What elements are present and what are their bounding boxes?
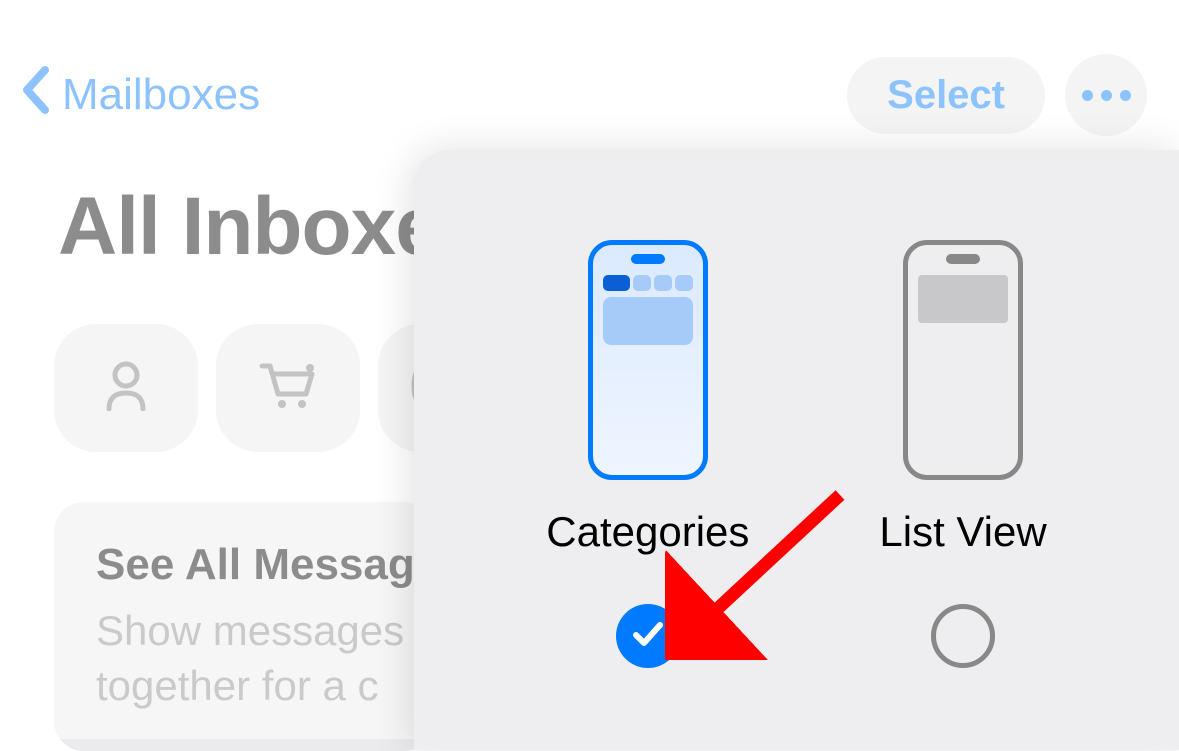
list-view-preview-icon — [903, 240, 1023, 480]
back-label: Mailboxes — [62, 70, 260, 120]
person-icon — [103, 361, 149, 416]
categories-label: Categories — [546, 508, 749, 556]
list-view-label: List View — [879, 508, 1046, 556]
ellipsis-icon — [1082, 90, 1131, 101]
navigation-bar: Mailboxes Select — [0, 0, 1179, 140]
checkmark-icon — [632, 621, 664, 652]
chevron-left-icon — [20, 65, 50, 125]
select-button[interactable]: Select — [847, 57, 1045, 134]
category-pill-shopping[interactable] — [216, 324, 360, 452]
view-option-categories[interactable]: Categories — [546, 240, 749, 668]
nav-actions: Select — [847, 54, 1147, 136]
categories-preview-icon — [588, 240, 708, 480]
more-button[interactable] — [1065, 54, 1147, 136]
categories-radio-checked[interactable] — [616, 604, 680, 668]
info-card-title: See All Messages — [96, 540, 392, 590]
cart-icon — [258, 360, 318, 417]
info-card-description: Show messages together for a c — [96, 604, 392, 713]
view-mode-popover: Categories List View — [414, 150, 1179, 750]
view-options-container: Categories List View — [414, 200, 1179, 668]
list-view-radio-unchecked[interactable] — [931, 604, 995, 668]
back-button[interactable]: Mailboxes — [20, 65, 260, 125]
view-option-list[interactable]: List View — [879, 240, 1046, 668]
see-all-messages-card[interactable]: See All Messages Show messages together … — [54, 502, 434, 751]
category-pill-personal[interactable] — [54, 324, 198, 452]
